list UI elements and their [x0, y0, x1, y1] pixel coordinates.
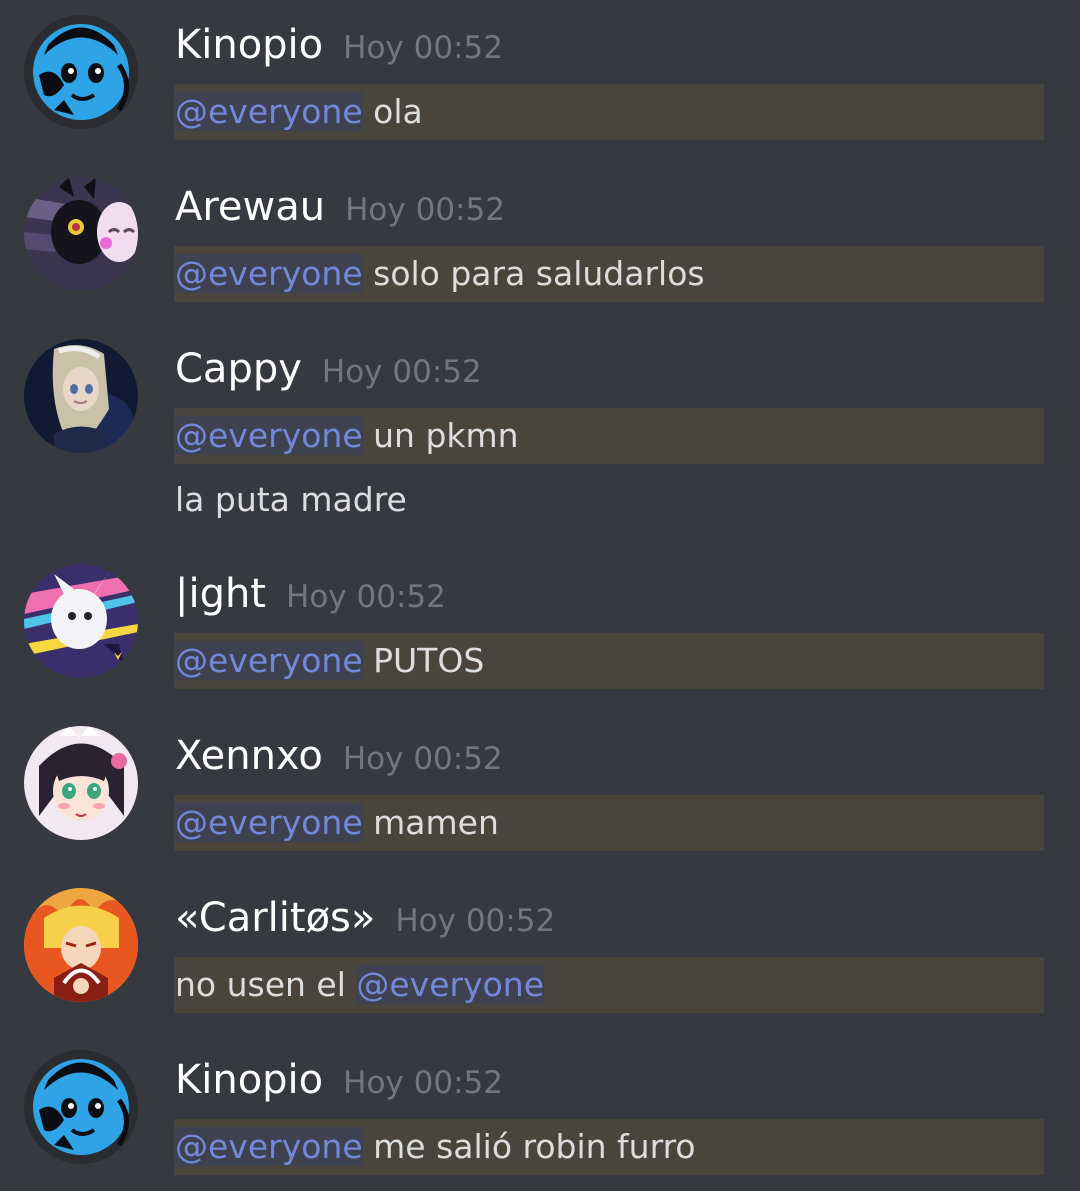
avatar[interactable] [24, 177, 138, 291]
everyone-mention[interactable]: @everyone [356, 965, 545, 1004]
everyone-mention[interactable]: @everyone [175, 92, 363, 131]
timestamp: Hoy 00:52 [343, 30, 503, 66]
timestamp: Hoy 00:52 [342, 741, 503, 777]
flame-hero-avatar-icon [24, 888, 138, 1002]
message-content: @everyone ola [174, 84, 1044, 140]
everyone-mention[interactable]: @everyone [175, 416, 363, 455]
everyone-mention[interactable]: @everyone [175, 254, 363, 293]
username[interactable]: Kinopio [175, 1050, 323, 1110]
message-header: Cappy Hoy 00:52 [175, 339, 482, 399]
message-content: @everyone PUTOS [174, 633, 1044, 689]
message-text: mamen [362, 803, 499, 842]
blue-sketch-avatar-icon [24, 15, 138, 129]
message-text: un pkmn [362, 416, 519, 455]
message-text: la puta madre [175, 480, 407, 519]
message-header: «Carlitøs» Hoy 00:52 [175, 888, 555, 948]
username[interactable]: Xennxo [175, 726, 323, 786]
message-text: solo para saludarlos [362, 254, 705, 293]
avatar[interactable] [24, 339, 138, 453]
message-text: me salió robin furro [362, 1127, 696, 1166]
message-content: no usen el @everyone [174, 957, 1044, 1013]
blue-sketch-avatar-icon [24, 1050, 138, 1164]
message-text: no usen el [175, 965, 357, 1004]
message-content: @everyone mamen [174, 795, 1044, 851]
timestamp: Hoy 00:52 [343, 1065, 503, 1101]
everyone-mention[interactable]: @everyone [175, 803, 363, 842]
avatar[interactable] [24, 888, 138, 1002]
white-creature-avatar-icon [24, 564, 138, 678]
avatar[interactable] [24, 1050, 138, 1164]
message-header: Arewau Hoy 00:52 [175, 177, 505, 237]
message-header: Kinopio Hoy 00:52 [175, 1050, 503, 1110]
timestamp: Hoy 00:52 [321, 354, 482, 390]
message-header: Kinopio Hoy 00:52 [175, 15, 503, 75]
username[interactable]: |ight [175, 564, 266, 624]
message-header: Xennxo Hoy 00:52 [175, 726, 503, 786]
anime-girl-dark-avatar-icon [24, 339, 138, 453]
message-content: @everyone me salió robin furro [174, 1119, 1044, 1175]
anime-girl-maid-avatar-icon [24, 726, 138, 840]
message-text: ola [362, 92, 423, 131]
username[interactable]: Kinopio [175, 15, 323, 75]
message-content: la puta madre [174, 472, 407, 528]
username[interactable]: «Carlitøs» [175, 888, 375, 948]
everyone-mention[interactable]: @everyone [175, 641, 363, 680]
timestamp: Hoy 00:52 [345, 192, 505, 228]
message-text: PUTOS [362, 641, 485, 680]
timestamp: Hoy 00:52 [395, 903, 556, 939]
avatar[interactable] [24, 726, 138, 840]
message-content: @everyone un pkmn [174, 408, 1044, 464]
timestamp: Hoy 00:52 [286, 579, 446, 615]
username[interactable]: Arewau [175, 177, 325, 237]
umbreon-espeon-avatar-icon [24, 177, 138, 291]
username[interactable]: Cappy [175, 339, 302, 399]
everyone-mention[interactable]: @everyone [175, 1127, 363, 1166]
message-content: @everyone solo para saludarlos [174, 246, 1044, 302]
avatar[interactable] [24, 15, 138, 129]
avatar[interactable] [24, 564, 138, 678]
message-header: |ight Hoy 00:52 [175, 564, 446, 624]
